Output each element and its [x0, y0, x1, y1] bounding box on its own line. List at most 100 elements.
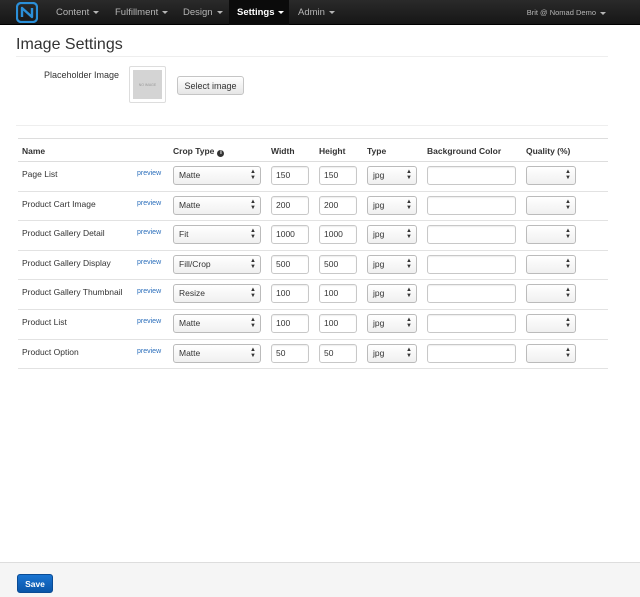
width-input[interactable]: 1000	[271, 225, 309, 245]
row-name: Product Option	[22, 346, 79, 357]
background-color-input[interactable]	[427, 195, 516, 215]
select-arrows-icon: ▲ ▼	[406, 198, 412, 211]
quality-select[interactable]: ▲ ▼	[526, 343, 576, 363]
chevron-down-icon	[278, 10, 285, 14]
preview-link[interactable]: preview	[137, 318, 161, 325]
preview-link[interactable]: preview	[137, 170, 161, 177]
width-input[interactable]: 50	[271, 343, 309, 363]
quality-select[interactable]: ▲ ▼	[526, 225, 576, 245]
height-input[interactable]: 100	[319, 284, 357, 304]
preview-link[interactable]: preview	[137, 229, 161, 236]
select-arrows-icon: ▲ ▼	[565, 287, 571, 300]
table-row: Product Gallery Detail preview Fit ▲ ▼ 1000 10…	[18, 221, 608, 251]
crop-type-value: Matte	[179, 170, 201, 180]
height-input[interactable]: 150	[319, 166, 357, 185]
type-select[interactable]: jpg ▲ ▼	[367, 254, 417, 274]
height-input[interactable]: 1000	[319, 225, 357, 245]
placeholder-image-label: Placeholder Image	[44, 70, 120, 80]
preview-link[interactable]: preview	[137, 288, 161, 295]
nav-design[interactable]: Design	[175, 0, 231, 25]
header-name: Name	[22, 146, 46, 156]
select-arrows-icon: ▲ ▼	[250, 287, 256, 300]
type-value: jpg	[373, 317, 385, 328]
brand-logo-icon[interactable]	[16, 2, 38, 23]
height-input[interactable]: 200	[319, 195, 357, 215]
crop-type-select[interactable]: Fill/Crop ▲ ▼	[173, 254, 261, 274]
user-name: Brit @ Nomad Demo	[526, 8, 596, 17]
table-body: Page List preview Matte ▲ ▼ 150 150 jpg ▲ ▼ ▲ ▼ Prod…	[18, 162, 608, 370]
background-color-input[interactable]	[427, 166, 516, 185]
width-input[interactable]: 100	[271, 313, 309, 333]
row-name: Page List	[22, 169, 58, 179]
height-input[interactable]: 50	[319, 343, 357, 363]
background-color-input[interactable]	[427, 254, 516, 274]
chevron-down-icon	[162, 10, 169, 14]
chevron-down-icon	[328, 10, 335, 14]
quality-select[interactable]: ▲ ▼	[526, 195, 576, 215]
quality-select[interactable]: ▲ ▼	[526, 166, 576, 185]
header-width: Width	[271, 146, 295, 156]
crop-type-select[interactable]: Fit ▲ ▼	[173, 225, 261, 245]
background-color-input[interactable]	[427, 284, 516, 304]
info-icon[interactable]: i	[217, 150, 225, 157]
nav-admin[interactable]: Admin	[290, 0, 343, 25]
nav-fulfillment[interactable]: Fulfillment	[107, 0, 176, 25]
quality-select[interactable]: ▲ ▼	[526, 254, 576, 274]
table-row: Product Cart Image preview Matte ▲ ▼ 200 200 jp…	[18, 192, 608, 222]
preview-link[interactable]: preview	[137, 259, 161, 266]
select-arrows-icon: ▲ ▼	[406, 169, 412, 181]
background-color-input[interactable]	[427, 225, 516, 245]
background-color-input[interactable]	[427, 313, 516, 333]
table-row: Product Option preview Matte ▲ ▼ 50 50 jpg ▲ ▼ ▲ ▼	[18, 340, 608, 370]
width-input[interactable]: 200	[271, 195, 309, 215]
preview-link[interactable]: preview	[137, 348, 161, 355]
crop-type-select[interactable]: Matte ▲ ▼	[173, 343, 261, 363]
crop-type-select[interactable]: Matte ▲ ▼	[173, 195, 261, 215]
type-select[interactable]: jpg ▲ ▼	[367, 195, 417, 215]
chevron-down-icon	[600, 11, 606, 15]
quality-select[interactable]: ▲ ▼	[526, 313, 576, 333]
page-title: Image Settings	[16, 36, 123, 53]
crop-type-select[interactable]: Resize ▲ ▼	[173, 284, 261, 304]
select-arrows-icon: ▲ ▼	[406, 316, 412, 329]
select-arrows-icon: ▲ ▼	[565, 169, 571, 181]
type-value: jpg	[373, 170, 385, 180]
crop-type-value: Matte	[179, 317, 201, 328]
select-arrows-icon: ▲ ▼	[406, 257, 412, 270]
row-name: Product Gallery Thumbnail	[22, 287, 123, 298]
placeholder-image-thumbnail: NO IMAGE	[129, 66, 166, 103]
crop-type-select[interactable]: Matte ▲ ▼	[173, 313, 261, 333]
type-select[interactable]: jpg ▲ ▼	[367, 225, 417, 245]
nav-settings[interactable]: Settings	[229, 0, 289, 25]
chevron-down-icon	[216, 10, 223, 14]
type-select[interactable]: jpg ▲ ▼	[367, 166, 417, 185]
type-select[interactable]: jpg ▲ ▼	[367, 343, 417, 363]
user-menu[interactable]: Brit @ Nomad Demo	[527, 0, 606, 25]
select-arrows-icon: ▲ ▼	[565, 316, 571, 329]
height-input[interactable]: 100	[319, 313, 357, 333]
width-input[interactable]: 500	[271, 254, 309, 274]
save-button[interactable]: Save	[17, 574, 53, 593]
crop-type-select[interactable]: Matte ▲ ▼	[173, 166, 261, 185]
select-arrows-icon: ▲ ▼	[250, 346, 256, 359]
top-navbar: Content Fulfillment Design Settings Admi…	[0, 0, 640, 25]
nav-design-label: Design	[183, 7, 213, 18]
select-arrows-icon: ▲ ▼	[565, 228, 571, 241]
select-arrows-icon: ▲ ▼	[406, 287, 412, 300]
width-input[interactable]: 100	[271, 284, 309, 304]
preview-link[interactable]: preview	[137, 200, 161, 207]
select-image-button[interactable]: Select image	[177, 76, 244, 95]
select-arrows-icon: ▲ ▼	[406, 228, 412, 241]
height-input[interactable]: 500	[319, 254, 357, 274]
background-color-input[interactable]	[427, 343, 516, 363]
nav-content[interactable]: Content	[48, 0, 107, 25]
select-arrows-icon: ▲ ▼	[250, 257, 256, 270]
header-type: Type	[367, 146, 387, 156]
quality-select[interactable]: ▲ ▼	[526, 284, 576, 304]
type-select[interactable]: jpg ▲ ▼	[367, 313, 417, 333]
row-name: Product List	[22, 316, 67, 327]
type-value: jpg	[373, 229, 385, 240]
crop-type-value: Matte	[179, 199, 201, 210]
width-input[interactable]: 150	[271, 166, 309, 185]
type-select[interactable]: jpg ▲ ▼	[367, 284, 417, 304]
